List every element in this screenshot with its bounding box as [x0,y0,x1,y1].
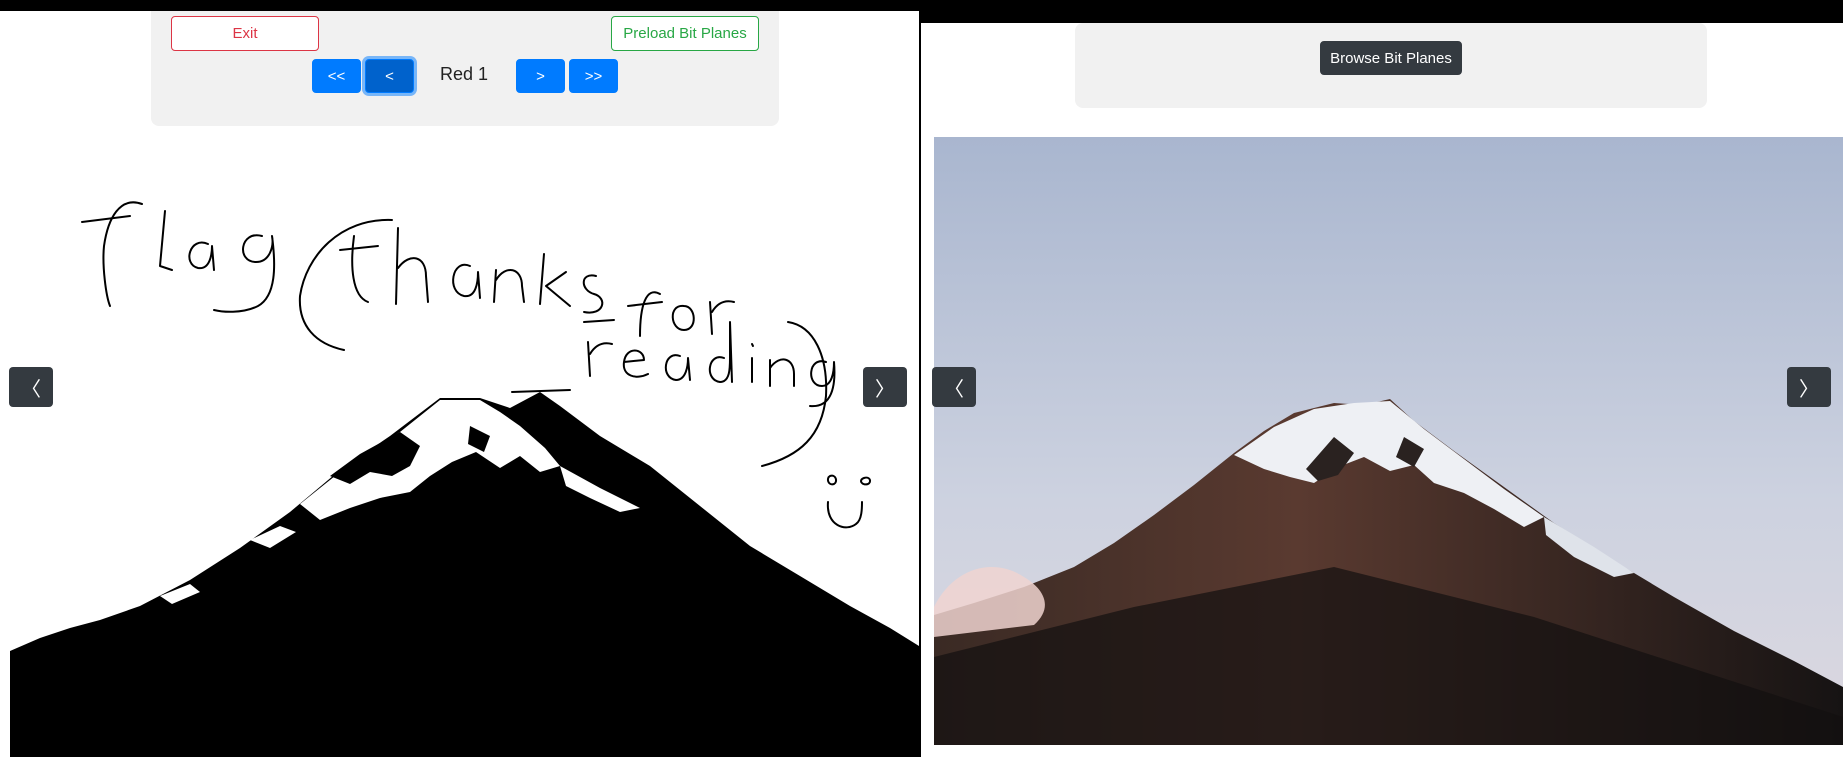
next-plane-button[interactable]: > [516,59,565,93]
prev-image-button[interactable]: 〈 [9,367,53,407]
last-plane-button[interactable]: >> [569,59,618,93]
exit-button[interactable]: Exit [171,16,319,51]
current-plane-label: Red 1 [440,64,489,84]
next-image-button[interactable]: 〉 [863,367,907,407]
preload-bit-planes-button[interactable]: Preload Bit Planes [611,16,759,51]
prev-plane-button[interactable]: < [365,59,414,93]
original-image-viewer: Browse Bit Planes 〈 〉 [921,23,1843,757]
original-controls: Browse Bit Planes [1075,23,1707,108]
first-plane-button[interactable]: << [312,59,361,93]
bit-plane-viewer: Exit Preload Bit Planes << < Red 1 > >> [0,11,919,757]
bit-plane-controls: Exit Preload Bit Planes << < Red 1 > >> [151,11,779,126]
browse-bit-planes-button[interactable]: Browse Bit Planes [1320,41,1462,75]
prev-image-button-right[interactable]: 〈 [932,367,976,407]
original-image [934,137,1843,745]
bit-plane-image [0,136,919,757]
mountain-silhouette [10,392,919,757]
next-image-button-right[interactable]: 〉 [1787,367,1831,407]
